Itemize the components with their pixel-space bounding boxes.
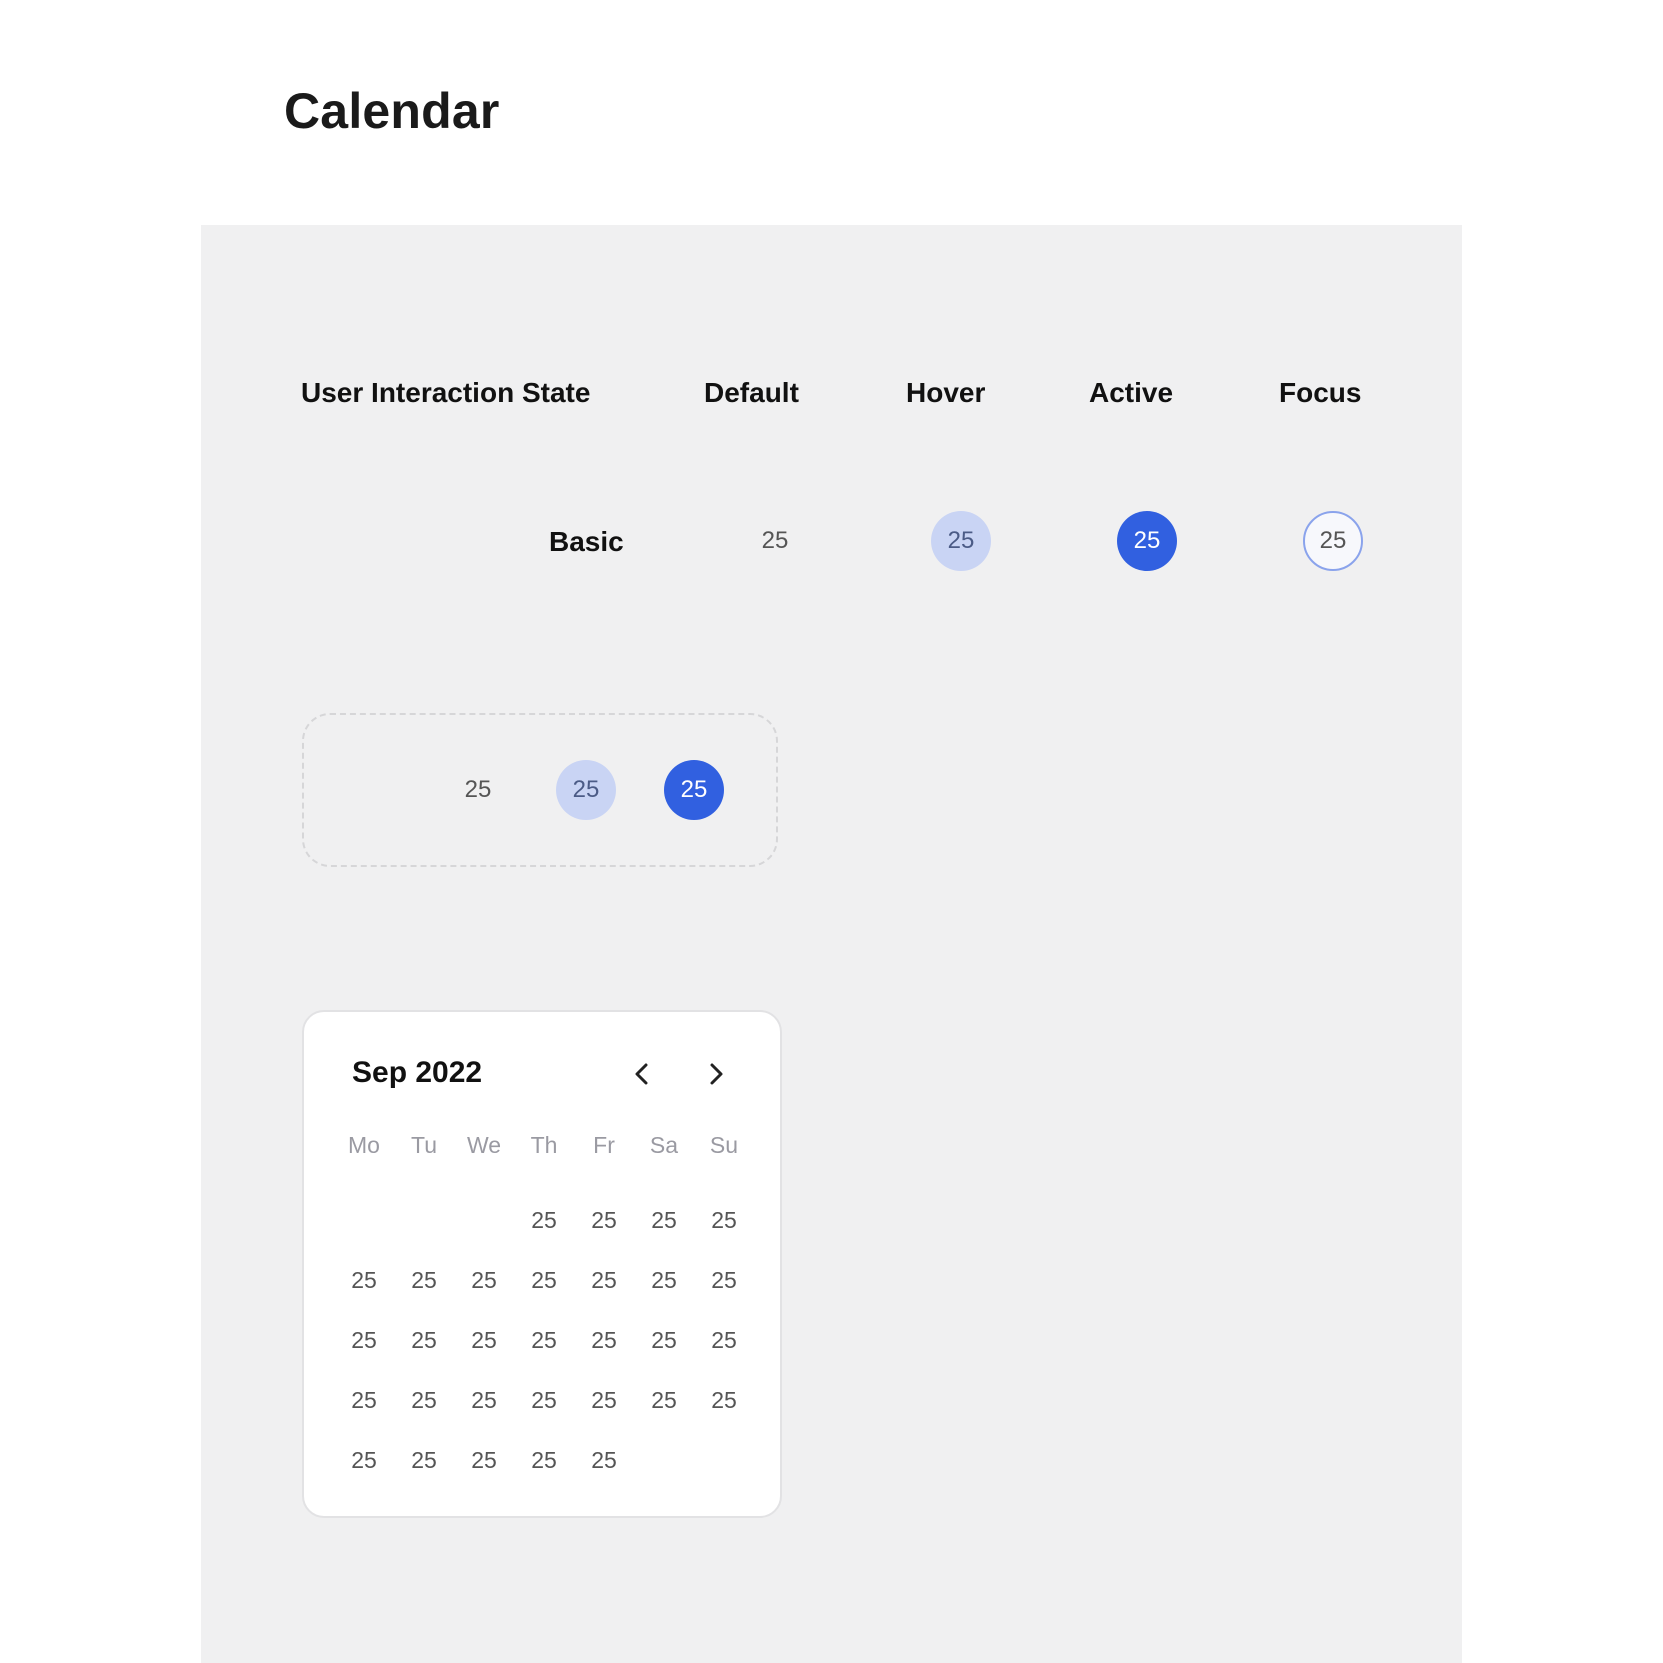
page-title: Calendar (284, 83, 500, 139)
prev-month-button[interactable] (624, 1056, 660, 1092)
calendar-day[interactable]: 25 (574, 1380, 634, 1420)
weekday-fr: Fr (593, 1132, 615, 1158)
calendar-day[interactable]: 25 (514, 1320, 574, 1360)
page: Calendar User Interaction State Default … (0, 0, 1663, 1663)
calendar-day[interactable]: 25 (334, 1320, 394, 1360)
calendar-day[interactable]: 25 (694, 1380, 754, 1420)
next-month-button[interactable] (698, 1056, 734, 1092)
calendar-day[interactable]: 25 (454, 1440, 514, 1480)
chevron-left-icon (635, 1063, 648, 1085)
calendar-day[interactable]: 25 (634, 1320, 694, 1360)
range-day-hover[interactable]: 25 (556, 760, 616, 820)
day-hover[interactable]: 25 (931, 511, 991, 571)
calendar-day[interactable]: 25 (634, 1200, 694, 1240)
header-active: Active (1089, 377, 1174, 408)
calendar-day[interactable]: 25 (394, 1440, 454, 1480)
calendar-day[interactable]: 25 (514, 1380, 574, 1420)
calendar-day[interactable]: 25 (454, 1320, 514, 1360)
calendar-day[interactable]: 25 (574, 1320, 634, 1360)
range-selection-group: 25 25 25 (302, 713, 778, 867)
calendar-day[interactable]: 25 (454, 1260, 514, 1300)
calendar-card: Sep 2022 Mo Tu We Th Fr Sa Su 25 25 25 25 25 25 25 25… (302, 1010, 782, 1518)
header-default: Default (704, 377, 799, 408)
weekday-mo: Mo (348, 1132, 380, 1158)
calendar-day[interactable]: 25 (514, 1440, 574, 1480)
day-active[interactable]: 25 (1117, 511, 1177, 571)
weekday-th: Th (530, 1132, 558, 1158)
range-day-default[interactable]: 25 (448, 760, 508, 820)
header-user-interaction-state: User Interaction State (301, 377, 591, 408)
calendar-day[interactable]: 25 (394, 1320, 454, 1360)
weekday-su: Su (709, 1132, 739, 1158)
calendar-day[interactable]: 25 (694, 1260, 754, 1300)
calendar-day[interactable]: 25 (574, 1260, 634, 1300)
weekday-tu: Tu (411, 1132, 437, 1158)
calendar-day[interactable]: 25 (634, 1260, 694, 1300)
header-hover: Hover (906, 377, 986, 408)
calendar-day[interactable]: 25 (394, 1380, 454, 1420)
row-label-basic: Basic (549, 526, 624, 557)
range-day-active[interactable]: 25 (664, 760, 724, 820)
calendar-day[interactable]: 25 (514, 1260, 574, 1300)
calendar-day[interactable]: 25 (334, 1260, 394, 1300)
calendar-day[interactable]: 25 (634, 1380, 694, 1420)
weekday-sa: Sa (649, 1132, 679, 1158)
weekday-we: We (466, 1132, 502, 1158)
calendar-day[interactable]: 25 (454, 1380, 514, 1420)
calendar-day[interactable]: 25 (694, 1320, 754, 1360)
calendar-day[interactable]: 25 (334, 1440, 394, 1480)
header-focus: Focus (1279, 377, 1362, 408)
component-canvas: User Interaction State Default Hover Act… (201, 225, 1462, 1663)
chevron-right-icon (710, 1063, 723, 1085)
day-default[interactable]: 25 (745, 511, 805, 571)
calendar-day[interactable]: 25 (694, 1200, 754, 1240)
calendar-day[interactable]: 25 (514, 1200, 574, 1240)
calendar-day[interactable]: 25 (574, 1440, 634, 1480)
day-focus[interactable]: 25 (1303, 511, 1363, 571)
calendar-day[interactable]: 25 (574, 1200, 634, 1240)
calendar-day[interactable]: 25 (394, 1260, 454, 1300)
calendar-day[interactable]: 25 (334, 1380, 394, 1420)
calendar-month-label: Sep 2022 (352, 1056, 483, 1089)
